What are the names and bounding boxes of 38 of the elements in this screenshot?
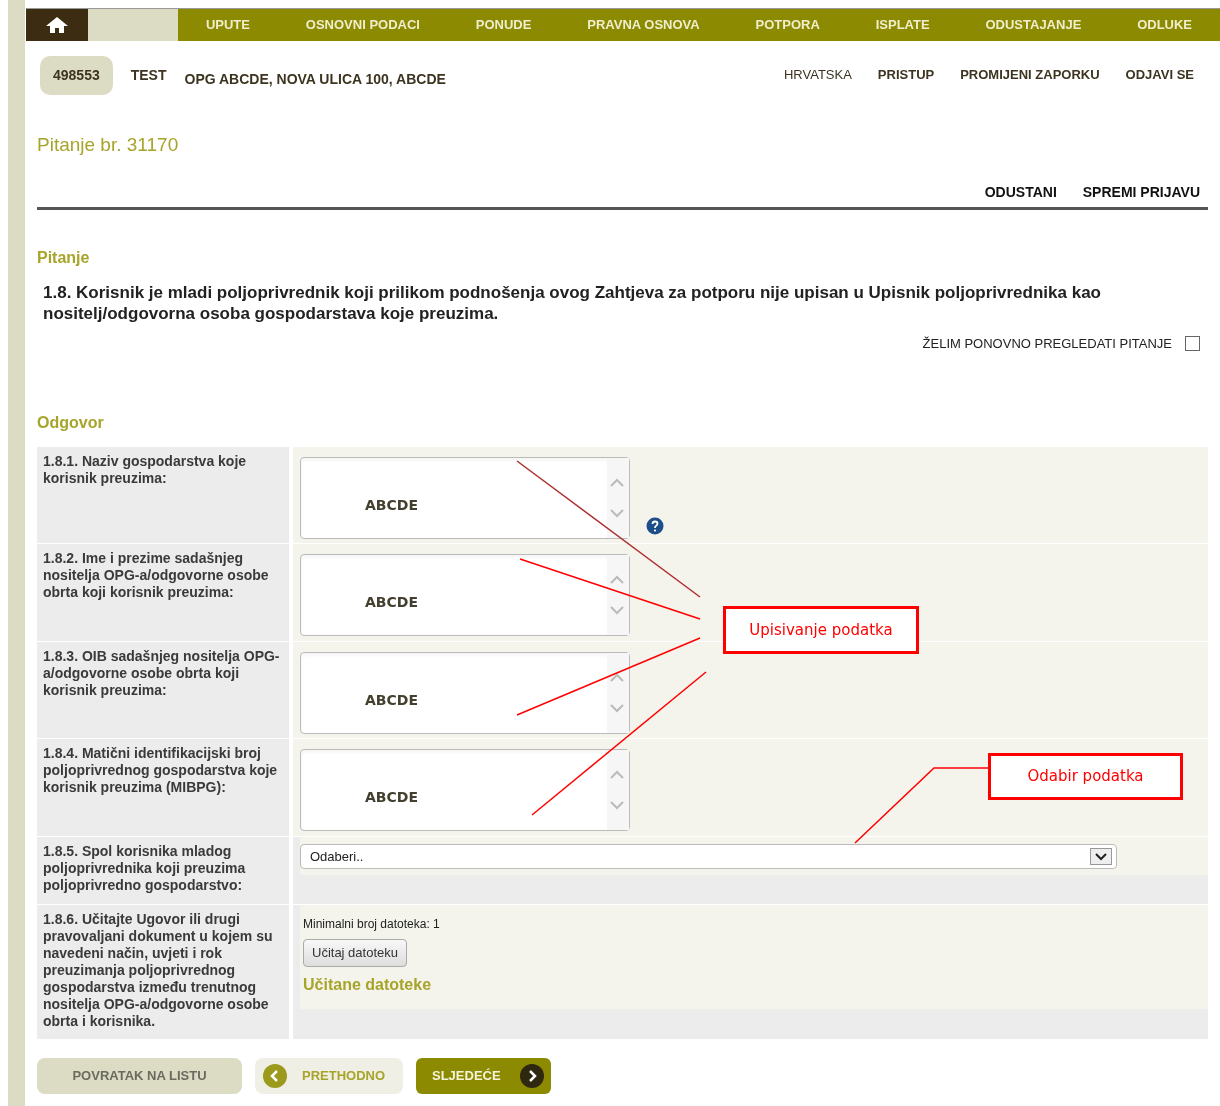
uploaded-files-heading: Učitane datoteke <box>303 975 432 995</box>
review-checkbox[interactable] <box>1185 335 1200 351</box>
field-label: 1.8.5. Spol korisnika mladog poljoprivrednika koji preuzima poljoprivredno gospodarstvo: <box>37 837 289 904</box>
question-heading: Pitanje <box>37 247 91 268</box>
chevron-right-icon <box>520 1064 544 1088</box>
min-files-note: Minimalni broj datoteka: 1 <box>303 916 440 933</box>
field-label: 1.8.3. OIB sadašnjeg nositelja OPG-a/odgovorne osobe obrta koji korisnik preuzima: <box>37 642 289 738</box>
review-label: ŽELIM PONOVNO PREGLEDATI PITANJE <box>922 334 1172 353</box>
callout-label: Upisivanje podatka <box>723 606 919 654</box>
upload-button[interactable]: Učitaj datoteku <box>303 939 407 967</box>
page-title: Pitanje br. 31170 <box>37 133 180 157</box>
callout-label: Odabir podatka <box>988 753 1183 800</box>
text-area[interactable]: ABCDE <box>300 554 630 636</box>
field-label: 1.8.4. Matični identifikacijski broj poljoprivrednog gospodarstva koje korisnik preuzima (MIBPG): <box>37 739 289 836</box>
field-label: 1.8.6. Učitajte Ugovor ili drugi pravovaljani dokument u kojem su navedeni način, uvjeti i rok preuzimanja poljoprivrednog gospodarstva između trenutnog nositelja OPG-a/odgovorne osobe obrta i korisnika. <box>37 905 289 1039</box>
field-label: 1.8.1. Naziv gospodarstva koje korisnik preuzima: <box>37 447 289 543</box>
text-area[interactable]: ABCDE <box>300 749 630 831</box>
header-link[interactable]: ODJAVI SE <box>1125 65 1194 85</box>
select-dropdown[interactable]: Odaberi.. <box>300 844 1117 869</box>
chevron-down-icon[interactable] <box>1090 848 1112 865</box>
help-icon[interactable] <box>646 517 664 535</box>
home-button[interactable] <box>26 9 88 41</box>
home-icon <box>45 16 69 34</box>
header-link[interactable]: PRISTUP <box>877 65 935 85</box>
text-area[interactable]: ABCDE <box>300 457 630 539</box>
action-link[interactable]: SPREMI PRIJAVU <box>1082 181 1200 203</box>
question-text: 1.8. Korisnik je mladi poljoprivrednik koji prilikom podnošenja ovog Zahtjeva za potporu nije upisan u Upisnik poljoprivrednika kao nositelj/odgovorna osoba gospodarstava koje preuzima. <box>43 281 1102 324</box>
text-area[interactable]: ABCDE <box>300 652 630 734</box>
field-label: 1.8.2. Ime i prezime sadašnjeg nositelja OPG-a/odgovorne osobe obrta koji korisnik preuzima: <box>37 544 289 641</box>
user-address: OPG ABCDE, NOVA ULICA 100, ABCDE <box>184 69 446 89</box>
header-link[interactable]: PROMIJENI ZAPORKU <box>960 65 1100 85</box>
action-link[interactable]: ODUSTANI <box>984 181 1057 203</box>
user-name: TEST <box>130 65 167 85</box>
user-id-badge: 498553 <box>40 55 113 95</box>
answer-heading: Odgovor <box>37 413 105 433</box>
chevron-left-icon <box>263 1064 287 1088</box>
header-link[interactable]: HRVATSKA <box>783 65 852 85</box>
back-to-list-button[interactable]: POVRATAK NA LISTU <box>37 1058 242 1094</box>
